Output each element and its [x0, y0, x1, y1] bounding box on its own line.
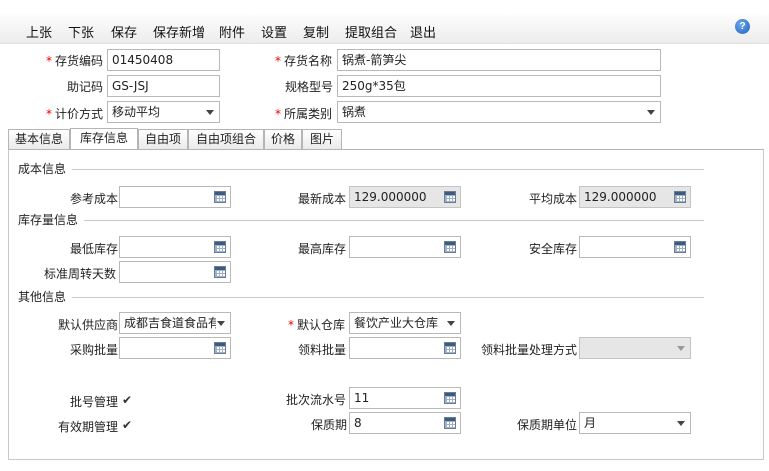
pricing-select[interactable]: 移动平均 — [107, 101, 220, 123]
shelf-life-field[interactable]: 8 — [349, 412, 461, 434]
section-divider — [84, 220, 704, 221]
category-value: 锅煮 — [342, 105, 367, 119]
warehouse-value: 餐饮产业大仓库 — [354, 316, 439, 330]
latest-cost-value: 129.000000 — [354, 190, 427, 204]
pricing-value: 移动平均 — [112, 105, 161, 119]
code-label: * 存货编码 — [46, 54, 104, 68]
shelf-unit-value: 月 — [584, 416, 597, 430]
supplier-select[interactable]: 成都吉食道食品有 — [119, 312, 231, 334]
code-field[interactable]: 01450408 — [107, 49, 220, 71]
extract-combination-button[interactable]: 提取组合 — [345, 22, 397, 41]
calculator-icon[interactable] — [214, 342, 226, 354]
name-label: * 存货名称 — [275, 54, 333, 68]
exit-button[interactable]: 退出 — [410, 22, 436, 41]
expiry-mgmt-checkbox[interactable]: ✔ — [122, 419, 134, 431]
requisition-batch-field[interactable] — [349, 337, 461, 359]
tab-price[interactable]: 价格 — [264, 129, 302, 150]
chevron-down-icon — [677, 346, 685, 351]
chevron-down-icon — [647, 110, 655, 115]
prev-record-button[interactable]: 上张 — [26, 22, 52, 41]
ref-cost-field[interactable] — [119, 186, 231, 208]
shelf-unit-select[interactable]: 月 — [579, 412, 691, 434]
tab-basic-info[interactable]: 基本信息 — [8, 129, 70, 150]
section-divider — [72, 297, 704, 298]
latest-cost-field: 129.000000 — [349, 186, 461, 208]
purchase-batch-field[interactable] — [119, 337, 231, 359]
batch-method-label: 领料批量处理方式 — [481, 343, 578, 357]
batch-method-select — [579, 337, 691, 359]
calculator-icon[interactable] — [444, 417, 456, 429]
serial-value: 11 — [354, 391, 370, 405]
tab-inventory-info[interactable]: 库存信息 — [70, 128, 138, 150]
tab-free-items[interactable]: 自由项 — [138, 129, 188, 150]
mnemonic-field[interactable]: GS-JSJ — [107, 75, 220, 97]
settings-button[interactable]: 设置 — [261, 22, 287, 41]
tab-free-item-combination[interactable]: 自由项组合 — [188, 129, 264, 150]
serial-field[interactable]: 11 — [349, 387, 461, 409]
category-label: * 所属类别 — [275, 107, 333, 121]
copy-button[interactable]: 复制 — [303, 22, 329, 41]
pricing-label: * 计价方式 — [46, 107, 104, 121]
max-stock-field[interactable] — [349, 236, 461, 258]
serial-label: 批次流水号 — [286, 393, 347, 407]
supplier-label: 默认供应商 — [58, 318, 119, 332]
warehouse-label: * 默认仓库 — [288, 318, 346, 332]
mnemonic-label: 助记码 — [67, 80, 104, 94]
attachment-button[interactable]: 附件 — [219, 22, 245, 41]
cost-section-title: 成本信息 — [18, 162, 67, 176]
spec-field[interactable]: 250g*35包 — [337, 75, 661, 97]
calculator-icon[interactable] — [214, 191, 226, 203]
calculator-icon[interactable] — [444, 392, 456, 404]
chevron-down-icon — [217, 321, 225, 326]
requisition-batch-label: 领料批量 — [298, 343, 347, 357]
safety-stock-field[interactable] — [579, 236, 691, 258]
calculator-icon — [444, 191, 456, 203]
help-icon[interactable]: ? — [735, 19, 750, 34]
save-button[interactable]: 保存 — [111, 22, 137, 41]
category-select[interactable]: 锅煮 — [337, 101, 661, 123]
avg-cost-label: 平均成本 — [529, 192, 578, 206]
turnover-days-field[interactable] — [119, 261, 231, 283]
stock-section-title: 库存量信息 — [18, 213, 79, 227]
expiry-mgmt-label: 有效期管理 — [58, 420, 119, 434]
shelf-unit-label: 保质期单位 — [517, 418, 578, 432]
warehouse-select[interactable]: 餐饮产业大仓库 — [349, 312, 461, 334]
calculator-icon[interactable] — [444, 241, 456, 253]
calculator-icon[interactable] — [214, 266, 226, 278]
turnover-days-label: 标准周转天数 — [44, 267, 117, 281]
avg-cost-value: 129.000000 — [584, 190, 657, 204]
spec-label: 规格型号 — [285, 80, 334, 94]
safety-stock-label: 安全库存 — [529, 242, 578, 256]
chevron-down-icon — [206, 110, 214, 115]
min-stock-label: 最低库存 — [70, 242, 119, 256]
latest-cost-label: 最新成本 — [298, 192, 347, 206]
lot-mgmt-checkbox[interactable]: ✔ — [122, 394, 134, 406]
tab-images[interactable]: 图片 — [302, 129, 342, 150]
chevron-down-icon — [677, 421, 685, 426]
name-field[interactable]: 锅煮-箭笋尖 — [337, 49, 661, 71]
calculator-icon[interactable] — [444, 342, 456, 354]
next-record-button[interactable]: 下张 — [68, 22, 94, 41]
shelf-life-label: 保质期 — [311, 418, 348, 432]
calculator-icon[interactable] — [214, 241, 226, 253]
section-divider — [72, 169, 704, 170]
chevron-down-icon — [447, 321, 455, 326]
calculator-icon[interactable] — [674, 241, 686, 253]
max-stock-label: 最高库存 — [298, 242, 347, 256]
purchase-batch-label: 采购批量 — [70, 343, 119, 357]
save-and-new-button[interactable]: 保存新增 — [153, 22, 205, 41]
avg-cost-field: 129.000000 — [579, 186, 691, 208]
min-stock-field[interactable] — [119, 236, 231, 258]
shelf-life-value: 8 — [354, 416, 362, 430]
toolbar: 上张 下张 保存 保存新增 附件 设置 复制 提取组合 退出 ? — [0, 14, 769, 44]
calculator-icon — [674, 191, 686, 203]
ref-cost-label: 参考成本 — [70, 192, 119, 206]
supplier-value: 成都吉食道食品有 — [124, 316, 216, 330]
other-section-title: 其他信息 — [18, 290, 67, 304]
lot-mgmt-label: 批号管理 — [70, 395, 119, 409]
